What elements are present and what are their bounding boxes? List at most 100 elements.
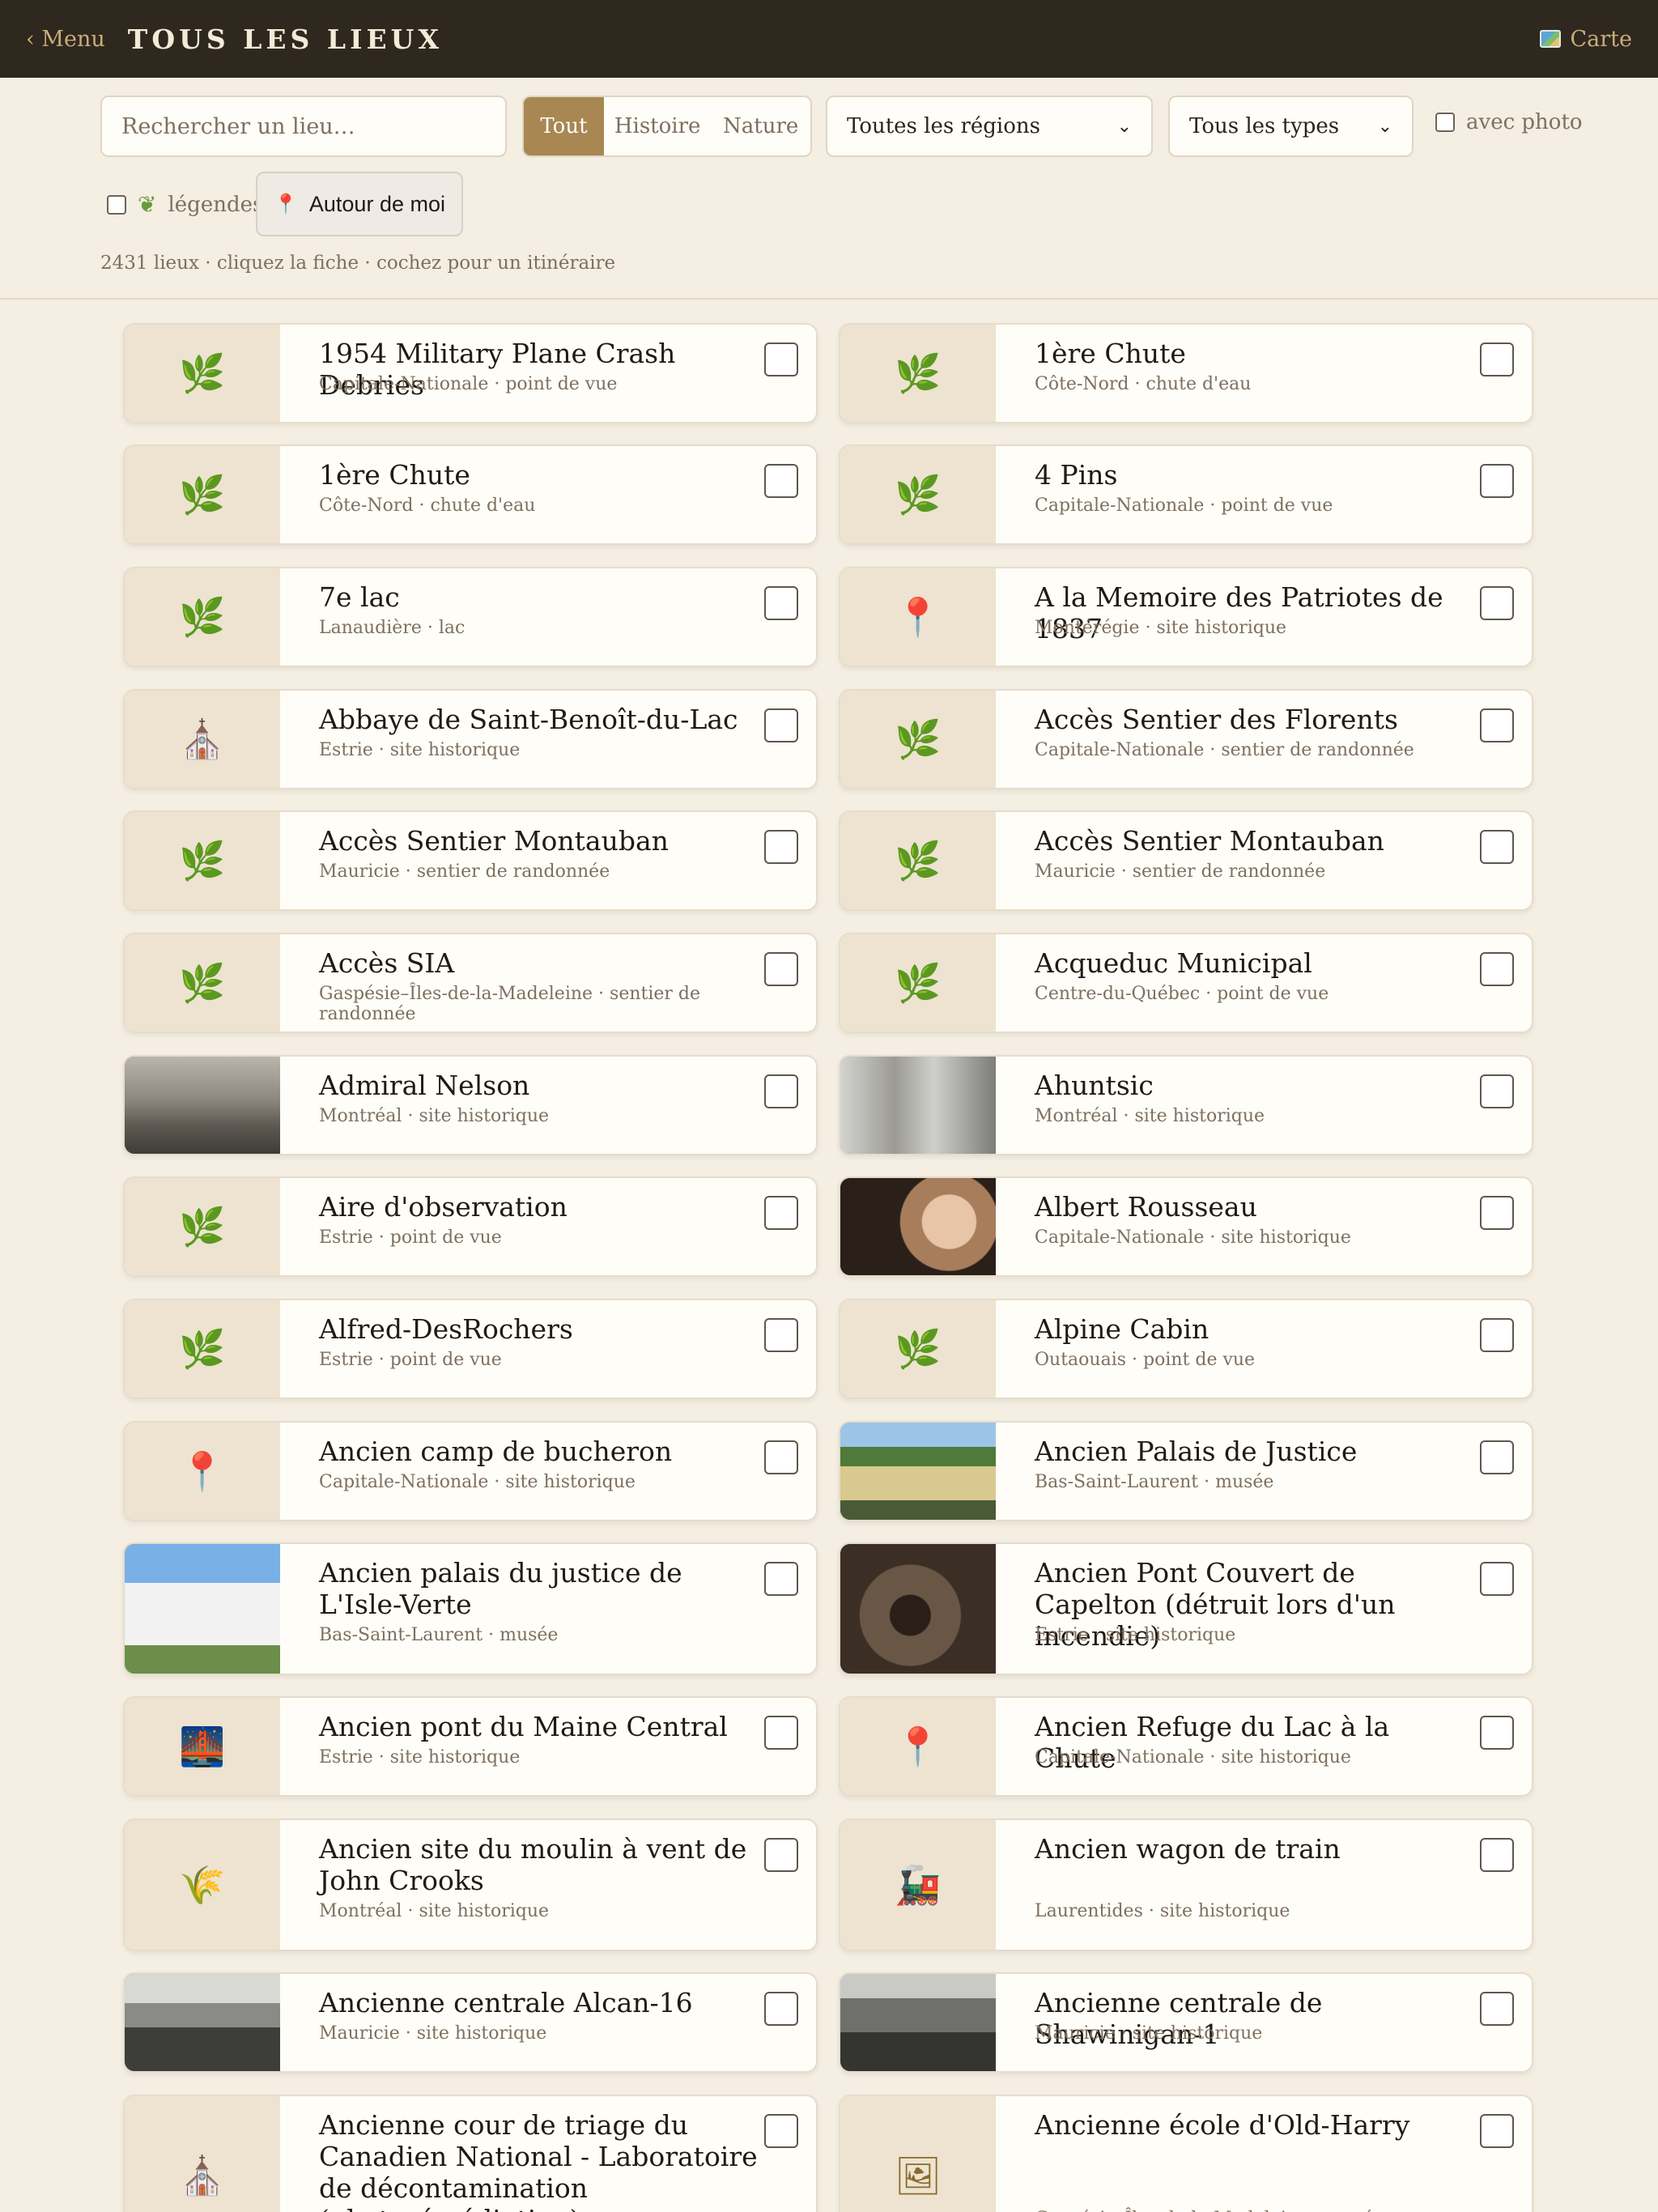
- itinerary-checkbox[interactable]: [1480, 1562, 1514, 1596]
- place-card[interactable]: 🌾 Ancien site du moulin à vent de John Cr…: [123, 1819, 818, 1951]
- place-meta: Capitale-Nationale · site historique: [1035, 1227, 1351, 1248]
- itinerary-checkbox[interactable]: [764, 708, 798, 742]
- menu-label[interactable]: ‹ Menu: [26, 27, 105, 52]
- place-card[interactable]: 📍 Ancien Refuge du Lac à la Chute Capitale…: [839, 1696, 1533, 1797]
- photo-filter[interactable]: avec photo: [1435, 110, 1583, 134]
- segment-tout[interactable]: Tout: [524, 97, 604, 155]
- place-card[interactable]: Ancienne centrale Alcan-16 Mauricie · sit…: [123, 1972, 818, 2073]
- itinerary-checkbox[interactable]: [1480, 708, 1514, 742]
- leaf-icon: 🌿: [895, 961, 942, 1005]
- itinerary-checkbox[interactable]: [764, 342, 798, 376]
- leaf-icon: 🌿: [895, 839, 942, 883]
- place-name: 4 Pins: [1035, 459, 1118, 491]
- itinerary-checkbox[interactable]: [1480, 1838, 1514, 1872]
- church-icon: ⛪: [179, 2154, 226, 2197]
- itinerary-checkbox[interactable]: [764, 1992, 798, 2026]
- category-segmented-control: Tout Histoire Nature: [522, 96, 812, 157]
- itinerary-checkbox[interactable]: [1480, 1716, 1514, 1750]
- place-card[interactable]: 🌿 Alpine Cabin Outaouais · point de vue: [839, 1299, 1533, 1399]
- photo-checkbox[interactable]: [1435, 113, 1455, 132]
- itinerary-checkbox[interactable]: [1480, 830, 1514, 864]
- place-card[interactable]: Admiral Nelson Montréal · site historique: [123, 1055, 818, 1155]
- place-card[interactable]: 🌿 Alfred-DesRochers Estrie · point de vue: [123, 1299, 818, 1399]
- type-select[interactable]: Tous les types ⌄: [1168, 96, 1414, 157]
- segment-nature[interactable]: Nature: [711, 97, 810, 155]
- place-card[interactable]: 🌿 1954 Military Plane Crash Debries Capita…: [123, 323, 818, 423]
- place-card[interactable]: Ancienne centrale de Shawinigan-1 Maurici…: [839, 1972, 1533, 2073]
- map-label[interactable]: Carte: [1571, 27, 1633, 52]
- itinerary-checkbox[interactable]: [764, 586, 798, 620]
- photo-image: [840, 1423, 996, 1520]
- place-card[interactable]: Ancien Pont Couvert de Capelton (détruit…: [839, 1542, 1533, 1675]
- place-card[interactable]: 🚂 Ancien wagon de train Laurentides · site…: [839, 1819, 1533, 1951]
- place-card[interactable]: Ahuntsic Montréal · site historique: [839, 1055, 1533, 1155]
- itinerary-checkbox[interactable]: [1480, 2114, 1514, 2148]
- place-card[interactable]: 🌿 1ère Chute Côte-Nord · chute d'eau: [123, 445, 818, 545]
- itinerary-checkbox[interactable]: [1480, 1074, 1514, 1108]
- itinerary-checkbox[interactable]: [764, 464, 798, 498]
- itinerary-checkbox[interactable]: [764, 1716, 798, 1750]
- place-photo: [840, 1178, 996, 1275]
- segment-histoire[interactable]: Histoire: [604, 97, 712, 155]
- place-card[interactable]: 🌿 Accès SIA Gaspésie–Îles-de-la-Madeleine …: [123, 933, 818, 1033]
- place-meta: Estrie · site historique: [319, 1747, 521, 1767]
- place-thumbnail: 🌿: [840, 691, 996, 788]
- pin-icon: 📍: [274, 193, 298, 215]
- place-thumbnail: 🌿: [125, 325, 280, 422]
- place-card[interactable]: 🌿 Acqueduc Municipal Centre-du-Québec · po…: [839, 933, 1533, 1033]
- itinerary-checkbox[interactable]: [1480, 1440, 1514, 1474]
- place-name: Ancien Palais de Justice: [1035, 1436, 1358, 1467]
- place-card[interactable]: 🌿 Aire d'observation Estrie · point de vue: [123, 1176, 818, 1277]
- legend-toggle[interactable]: ❦ légendes: [107, 191, 263, 218]
- itinerary-checkbox[interactable]: [764, 1196, 798, 1230]
- place-card[interactable]: 🌿 7e lac Lanaudière · lac: [123, 567, 818, 667]
- itinerary-checkbox[interactable]: [764, 2114, 798, 2148]
- place-thumbnail: 🌿: [125, 1178, 280, 1275]
- itinerary-checkbox[interactable]: [1480, 464, 1514, 498]
- place-card[interactable]: 🌿 Accès Sentier des Florents Capitale-Nati…: [839, 689, 1533, 789]
- place-card[interactable]: ⛪ Abbaye de Saint-Benoît-du-Lac Estrie · s…: [123, 689, 818, 789]
- legend-checkbox[interactable]: [107, 194, 126, 215]
- itinerary-checkbox[interactable]: [1480, 586, 1514, 620]
- place-meta: Montréal · site historique: [319, 1901, 550, 1921]
- place-card[interactable]: Ancien Palais de Justice Bas-Saint-Lauren…: [839, 1421, 1533, 1521]
- itinerary-checkbox[interactable]: [764, 1074, 798, 1108]
- itinerary-checkbox[interactable]: [764, 1838, 798, 1872]
- train-icon: 🚂: [895, 1863, 942, 1907]
- itinerary-checkbox[interactable]: [1480, 1318, 1514, 1352]
- place-card[interactable]: 🌉 Ancien pont du Maine Central Estrie · si…: [123, 1696, 818, 1797]
- place-meta: Côte-Nord · chute d'eau: [1035, 374, 1252, 394]
- place-name: Admiral Nelson: [319, 1070, 530, 1101]
- itinerary-checkbox[interactable]: [764, 1318, 798, 1352]
- place-card[interactable]: 🌿 1ère Chute Côte-Nord · chute d'eau: [839, 323, 1533, 423]
- place-card[interactable]: 🖼 Ancienne école d'Old-Harry Gaspésie–Îles…: [839, 2095, 1533, 2212]
- place-card[interactable]: 🌿 Accès Sentier Montauban Mauricie · senti…: [123, 810, 818, 911]
- itinerary-checkbox[interactable]: [764, 830, 798, 864]
- place-card[interactable]: 📍 A la Memoire des Patriotes de 1837 Monté…: [839, 567, 1533, 667]
- place-card[interactable]: ⛪ Ancienne cour de triage du Canadien Nat…: [123, 2095, 818, 2212]
- place-name: Accès SIA: [319, 947, 455, 979]
- menu-link[interactable]: ‹ Menu: [26, 27, 105, 52]
- itinerary-checkbox[interactable]: [1480, 1992, 1514, 2026]
- place-name: Ancien camp de bucheron: [319, 1436, 673, 1467]
- itinerary-checkbox[interactable]: [764, 1440, 798, 1474]
- itinerary-checkbox[interactable]: [1480, 952, 1514, 986]
- place-name: Alpine Cabin: [1035, 1313, 1209, 1345]
- place-card[interactable]: 🌿 4 Pins Capitale-Nationale · point de vue: [839, 445, 1533, 545]
- search-input[interactable]: [100, 96, 507, 157]
- itinerary-checkbox[interactable]: [1480, 1196, 1514, 1230]
- place-photo: [125, 1544, 280, 1674]
- region-select[interactable]: Toutes les régions ⌄: [826, 96, 1153, 157]
- map-link[interactable]: Carte: [1539, 27, 1633, 52]
- place-card[interactable]: 🌿 Accès Sentier Montauban Mauricie · senti…: [839, 810, 1533, 911]
- itinerary-checkbox[interactable]: [1480, 342, 1514, 376]
- place-card[interactable]: Ancien palais du justice de L'Isle-Verte…: [123, 1542, 818, 1675]
- near-me-button[interactable]: 📍 Autour de moi: [256, 172, 463, 236]
- place-card[interactable]: Albert Rousseau Capitale-Nationale · site…: [839, 1176, 1533, 1277]
- place-card[interactable]: 📍 Ancien camp de bucheron Capitale-Nationa…: [123, 1421, 818, 1521]
- itinerary-checkbox[interactable]: [764, 1562, 798, 1596]
- photo-label: avec photo: [1466, 110, 1583, 134]
- place-thumbnail: 🌿: [840, 812, 996, 909]
- place-thumbnail: 🌾: [125, 1820, 280, 1950]
- itinerary-checkbox[interactable]: [764, 952, 798, 986]
